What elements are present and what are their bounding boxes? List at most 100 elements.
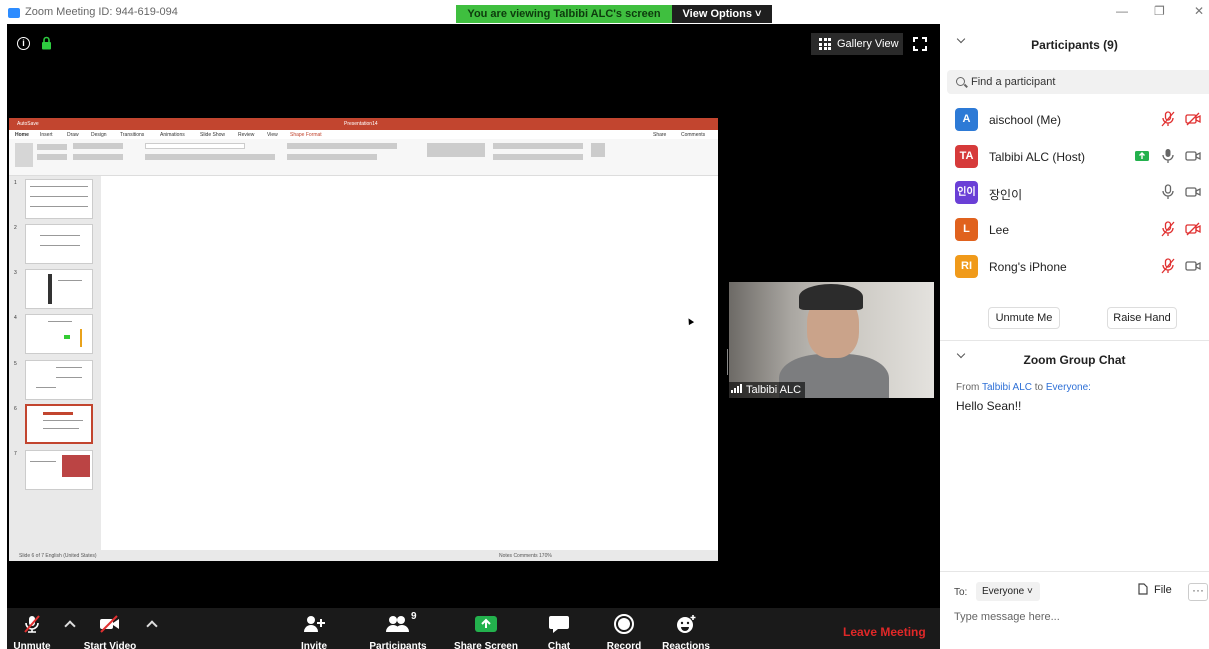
meeting-toolbar: Unmute Start Video Invite 9 Participants… [7, 608, 940, 649]
view-options-button[interactable]: View Options ˅ [672, 5, 772, 23]
video-name-label: Talbibi ALC [729, 382, 806, 398]
slide-thumbnail[interactable] [25, 179, 93, 219]
thumb-number: 2 [14, 225, 17, 231]
file-button[interactable]: File [1138, 583, 1172, 596]
video-options-caret-icon[interactable] [146, 620, 158, 632]
participant-row[interactable]: RI Rong's iPhone [940, 250, 1209, 286]
participant-name: aischool (Me) [989, 113, 1062, 127]
ppt-tab: Slide Show [200, 132, 226, 138]
chat-icon [549, 616, 569, 633]
to-prefix: To: [954, 587, 968, 598]
lock-icon[interactable] [41, 36, 52, 50]
screen-share-icon [1135, 151, 1150, 161]
more-options-button[interactable]: ··· [1188, 583, 1208, 601]
share-screen-button[interactable]: Share Screen [453, 608, 519, 649]
mic-muted-icon [24, 615, 40, 633]
chat-recipient[interactable]: Everyone: [1046, 382, 1091, 393]
ppt-tab: Transitions [120, 132, 145, 138]
avatar: 인이 [955, 181, 978, 204]
reactions-button[interactable]: Reactions [661, 608, 711, 649]
invite-label: Invite [300, 641, 328, 649]
chat-message-text: Hello Sean!! [956, 399, 1022, 413]
slide-thumbnail[interactable] [25, 224, 93, 264]
video-off-icon [1185, 112, 1201, 126]
participant-name: 장인이 [989, 188, 1023, 202]
ppt-tab: Animations [160, 132, 185, 138]
share-screen-label: Share Screen [454, 641, 518, 649]
ppt-tab: Review [238, 132, 255, 138]
share-screen-icon [475, 616, 497, 632]
restore-icon[interactable]: ❐ [1154, 4, 1165, 18]
slide-thumbnail[interactable] [25, 450, 93, 490]
video-name-text: Talbibi ALC [746, 384, 802, 396]
video-tile[interactable]: Talbibi ALC [729, 282, 934, 398]
avatar: L [955, 218, 978, 241]
chat-message-input[interactable]: Type message here... [954, 611, 1060, 623]
video-icon [1185, 151, 1201, 161]
slide-thumbnail[interactable] [25, 269, 93, 309]
ppt-autosave: AutoSave [17, 121, 39, 127]
thumb-number: 3 [14, 270, 17, 276]
participant-status-icons [1154, 111, 1201, 127]
participant-row[interactable]: A aischool (Me) [940, 103, 1209, 139]
ppt-slide-thumbnails: 1 2 3 4 5 6 7 [9, 176, 101, 550]
slide-thumbnail[interactable] [25, 360, 93, 400]
video-off-icon [1185, 222, 1201, 236]
participant-row[interactable]: TA Talbibi ALC (Host) [940, 140, 1209, 176]
video-person-cap [799, 284, 863, 310]
unmute-button[interactable]: Unmute [7, 608, 57, 649]
participants-label: Participants [369, 641, 427, 649]
avatar: A [955, 108, 978, 131]
reactions-label: Reactions [662, 641, 710, 649]
raise-hand-button[interactable]: Raise Hand [1107, 307, 1177, 329]
to-label: to [1034, 382, 1044, 393]
unmute-me-button[interactable]: Unmute Me [988, 307, 1060, 329]
video-off-icon [100, 615, 119, 633]
participant-search-input[interactable]: Find a participant [947, 70, 1209, 94]
ppt-tab: Design [91, 132, 107, 138]
ppt-document-title: Presentation14 [344, 121, 378, 127]
mic-icon [1162, 184, 1174, 199]
meeting-stage: i Gallery View AutoSave Presentation14 H… [7, 24, 940, 608]
mic-muted-icon [1161, 111, 1175, 127]
record-button[interactable]: Record [601, 608, 647, 649]
slide-thumbnail-selected[interactable] [25, 404, 93, 444]
participant-name: Lee [989, 223, 1010, 237]
participants-button[interactable]: 9 Participants [365, 608, 431, 649]
participant-row[interactable]: 인이 장인이 [940, 176, 1209, 212]
participant-row[interactable]: L Lee [940, 213, 1209, 249]
mic-muted-icon [1161, 258, 1175, 274]
chat-compose-header: To: Everyone ˅ File ··· [940, 580, 1209, 604]
side-panel: — ❐ ✕ Participants (9) Find a participan… [940, 4, 1209, 649]
invite-button[interactable]: Invite [289, 608, 339, 649]
thumb-number: 4 [14, 315, 17, 321]
chat-button[interactable]: Chat [537, 608, 581, 649]
ppt-slide-canvas [101, 176, 718, 550]
start-video-button[interactable]: Start Video [79, 608, 141, 649]
chat-sender[interactable]: Talbibi ALC [982, 382, 1032, 393]
ppt-tab: Draw [67, 132, 79, 138]
signal-icon [731, 384, 743, 393]
zoom-logo-icon [8, 8, 20, 18]
fullscreen-icon[interactable] [913, 37, 927, 51]
video-icon [1185, 187, 1201, 197]
minimize-icon[interactable]: — [1116, 4, 1128, 18]
recipient-select[interactable]: Everyone ˅ [976, 582, 1040, 601]
reactions-icon [677, 615, 696, 633]
avatar: TA [955, 145, 978, 168]
ppt-ribbon-tabs: Home Insert Draw Design Transitions Anim… [9, 130, 718, 139]
mic-muted-icon [1161, 221, 1175, 237]
info-icon[interactable]: i [17, 37, 30, 50]
thumb-number: 7 [14, 451, 17, 457]
participants-title: Participants (9) [1031, 38, 1118, 52]
audio-options-caret-icon[interactable] [64, 620, 76, 632]
slide-thumbnail[interactable] [25, 314, 93, 354]
gallery-view-button[interactable]: Gallery View [811, 33, 903, 55]
unmute-label: Unmute [13, 641, 51, 649]
chat-message-meta: From Talbibi ALC to Everyone: [956, 382, 1091, 393]
ppt-comments: Comments [681, 132, 706, 138]
close-icon[interactable]: ✕ [1194, 4, 1204, 18]
ppt-ribbon [9, 139, 718, 176]
title-bar: Zoom Meeting ID: 944-619-094 You are vie… [0, 0, 940, 24]
leave-meeting-button[interactable]: Leave Meeting [843, 625, 926, 639]
